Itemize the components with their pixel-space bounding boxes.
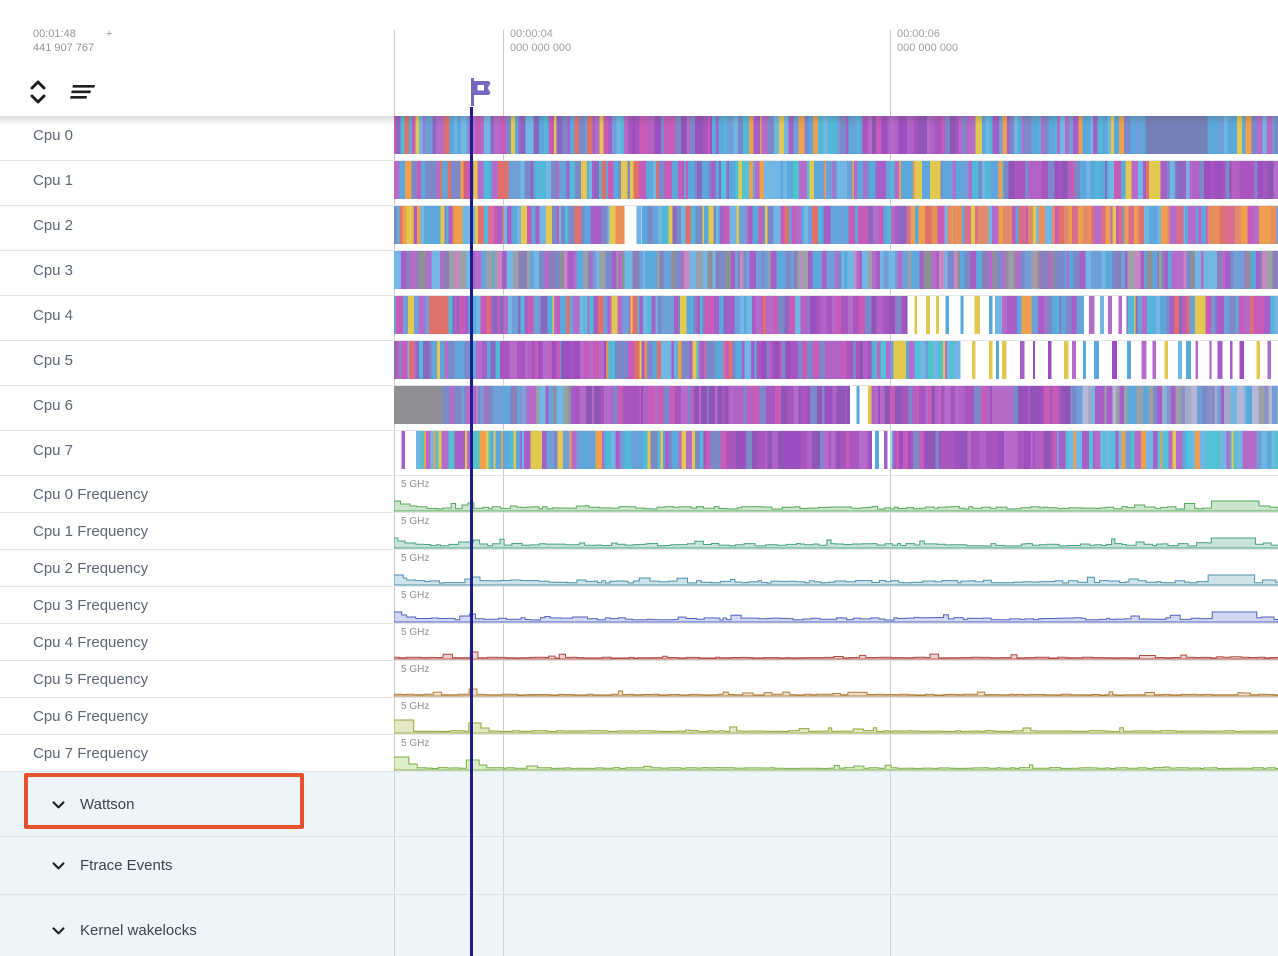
sort-tracks-icon[interactable] [62,84,96,100]
time-tick-label: 00:00:04000 000 000 [510,27,571,55]
cpu-track-label[interactable]: Cpu 3 [33,251,73,289]
chevron-down-icon[interactable] [50,922,67,939]
cpu-track-label[interactable]: Cpu 2 [33,206,73,244]
cpu-freq-chart[interactable]: 5 GHz [394,624,1278,660]
cpu-sched-slices[interactable] [394,161,1278,199]
cpu-freq-track-row[interactable]: Cpu 1 Frequency 5 GHz [0,513,1278,550]
cpu-freq-track-row[interactable]: Cpu 5 Frequency 5 GHz [0,661,1278,698]
cpu-freq-track-row[interactable]: Cpu 4 Frequency 5 GHz [0,624,1278,661]
cpu-freq-chart[interactable]: 5 GHz [394,661,1278,697]
section-row[interactable]: Wattson [0,772,1278,837]
freq-axis-label: 5 GHz [401,553,429,564]
cpu-track-label[interactable]: Cpu 4 [33,296,73,334]
cpu-freq-chart[interactable]: 5 GHz [394,513,1278,549]
cpu-freq-track-row[interactable]: Cpu 2 Frequency 5 GHz [0,550,1278,587]
cpu-track-label[interactable]: Cpu 0 [33,116,73,154]
selection-time-text: 00:01:48 [33,28,76,40]
cpu-freq-track-label[interactable]: Cpu 0 Frequency [33,476,148,512]
freq-axis-label: 5 GHz [401,738,429,749]
section-label: Wattson [80,796,134,813]
track-controls [29,79,96,105]
selection-ns-text: 441 907 767 [33,41,112,55]
cpu-track-label[interactable]: Cpu 5 [33,341,73,379]
cpu-track-label[interactable]: Cpu 1 [33,161,73,199]
cpu-freq-track-label[interactable]: Cpu 4 Frequency [33,624,148,660]
flag-icon[interactable] [465,76,495,113]
cpu-track-row[interactable]: Cpu 2 [0,206,1278,251]
cpu-freq-track-label[interactable]: Cpu 1 Frequency [33,513,148,549]
cpu-sched-slices[interactable] [394,341,1278,379]
chevron-down-icon[interactable] [50,796,67,813]
cpu-track-label[interactable]: Cpu 6 [33,386,73,424]
freq-axis-label: 5 GHz [401,516,429,527]
freq-axis-label: 5 GHz [401,479,429,490]
cpu-track-row[interactable]: Cpu 6 [0,386,1278,431]
chevron-down-icon[interactable] [50,857,67,874]
cpu-track-row[interactable]: Cpu 7 [0,431,1278,476]
cpu-freq-chart[interactable]: 5 GHz [394,735,1278,771]
track-list: Cpu 0 Cpu 1 Cpu 2 Cpu 3 Cpu 4 Cpu 5 Cpu … [0,116,1278,956]
cpu-freq-track-row[interactable]: Cpu 0 Frequency 5 GHz [0,476,1278,513]
cpu-freq-chart[interactable]: 5 GHz [394,476,1278,512]
cpu-freq-chart[interactable]: 5 GHz [394,550,1278,586]
cpu-track-row[interactable]: Cpu 0 [0,116,1278,161]
freq-axis-label: 5 GHz [401,664,429,675]
cpu-freq-track-label[interactable]: Cpu 3 Frequency [33,587,148,623]
section-label: Kernel wakelocks [80,922,197,939]
selection-plus: + [106,28,112,40]
freq-axis-label: 5 GHz [401,701,429,712]
cpu-freq-track-row[interactable]: Cpu 6 Frequency 5 GHz [0,698,1278,735]
cpu-freq-track-label[interactable]: Cpu 5 Frequency [33,661,148,697]
cpu-sched-slices[interactable] [394,251,1278,289]
section-row[interactable]: Kernel wakelocks [0,895,1278,956]
flag-marker-line[interactable] [470,107,473,956]
cpu-track-label[interactable]: Cpu 7 [33,431,73,469]
cpu-freq-track-label[interactable]: Cpu 7 Frequency [33,735,148,771]
cpu-freq-chart[interactable]: 5 GHz [394,587,1278,623]
cpu-sched-slices[interactable] [394,206,1278,244]
cpu-freq-chart[interactable]: 5 GHz [394,698,1278,734]
cpu-sched-slices[interactable] [394,296,1278,334]
cpu-freq-track-label[interactable]: Cpu 6 Frequency [33,698,148,734]
selection-timestamp: 00:01:48 + 441 907 767 [33,27,112,55]
unfold-more-icon[interactable] [29,79,47,105]
cpu-sched-slices[interactable] [394,116,1278,154]
perfetto-timeline: 00:01:48 + 441 907 767 00:00:04000 000 00… [0,0,1278,956]
cpu-freq-track-label[interactable]: Cpu 2 Frequency [33,550,148,586]
cpu-freq-track-row[interactable]: Cpu 3 Frequency 5 GHz [0,587,1278,624]
cpu-freq-track-row[interactable]: Cpu 7 Frequency 5 GHz [0,735,1278,772]
cpu-sched-slices[interactable] [394,386,1278,424]
cpu-track-row[interactable]: Cpu 1 [0,161,1278,206]
time-tick-label: 00:00:06000 000 000 [897,27,958,55]
cpu-sched-slices[interactable] [394,431,1278,469]
cpu-track-row[interactable]: Cpu 4 [0,296,1278,341]
cpu-track-row[interactable]: Cpu 5 [0,341,1278,386]
cpu-track-row[interactable]: Cpu 3 [0,251,1278,296]
freq-axis-label: 5 GHz [401,590,429,601]
section-row[interactable]: Ftrace Events [0,837,1278,895]
freq-axis-label: 5 GHz [401,627,429,638]
section-label: Ftrace Events [80,857,173,874]
